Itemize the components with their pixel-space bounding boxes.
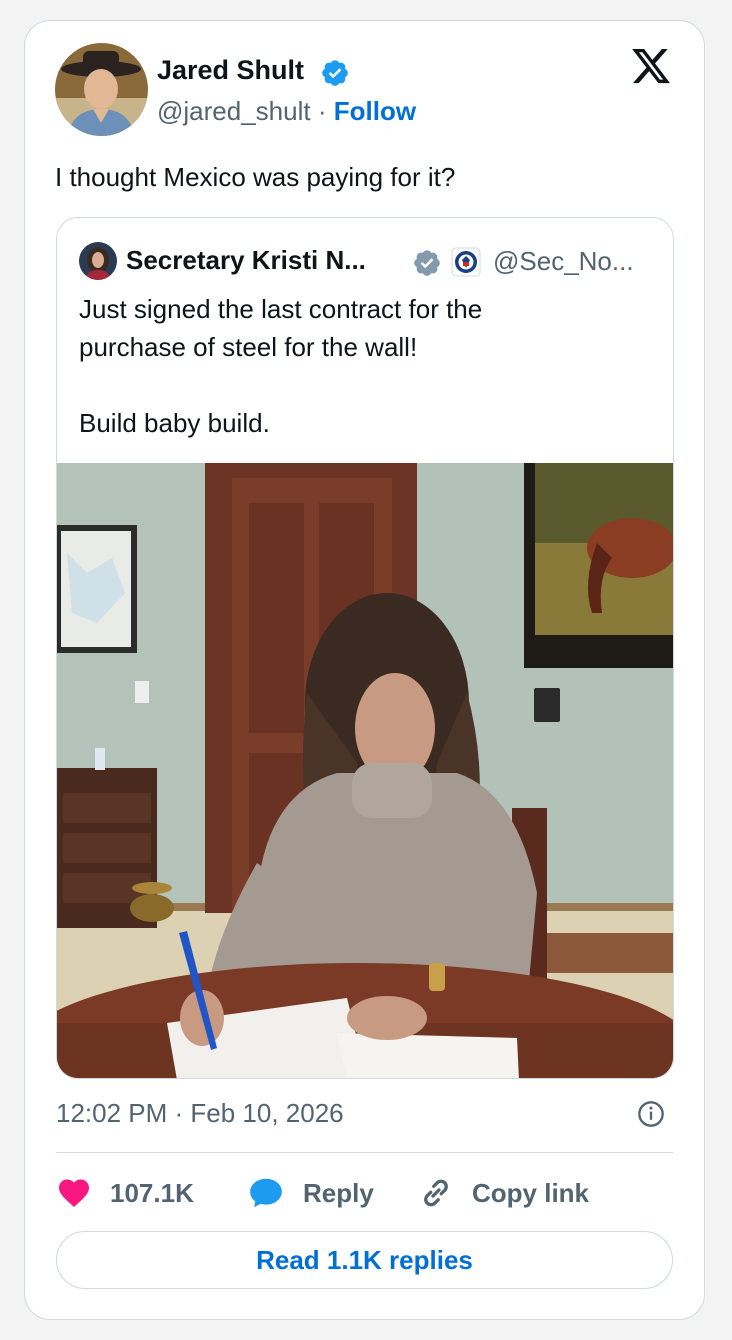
- author-name[interactable]: Jared Shult: [157, 55, 304, 86]
- link-icon: [424, 1179, 448, 1207]
- author-handle-line: @jared_shult · Follow: [157, 96, 416, 127]
- tweet-text: I thought Mexico was paying for it?: [55, 162, 456, 192]
- author-avatar[interactable]: [55, 43, 148, 136]
- heart-icon: [59, 1179, 89, 1208]
- like-count: 107.1K: [110, 1177, 194, 1208]
- verified-badge-icon: [322, 60, 348, 86]
- quoted-photo[interactable]: [57, 463, 674, 1079]
- x-logo-icon[interactable]: [629, 45, 673, 87]
- read-replies-button[interactable]: Read 1.1K replies: [56, 1231, 673, 1289]
- quoted-avatar: [79, 242, 117, 280]
- reply-bubble-icon: [250, 1178, 282, 1208]
- author-handle[interactable]: @jared_shult: [157, 96, 311, 126]
- info-icon[interactable]: [637, 1100, 665, 1128]
- author-avatar-image: [55, 43, 148, 136]
- handle-separator: ·: [317, 96, 327, 126]
- quoted-tweet-text: Just signed the last contract for the pu…: [79, 290, 482, 442]
- copy-link-button[interactable]: Copy link: [418, 1173, 589, 1213]
- quoted-avatar-image: [79, 242, 117, 280]
- government-verified-icon: [414, 250, 440, 276]
- reply-button[interactable]: Reply: [247, 1173, 374, 1213]
- copy-link-label: Copy link: [472, 1177, 590, 1208]
- like-button[interactable]: 107.1K: [56, 1173, 194, 1213]
- quoted-author-name: Secretary Kristi N...: [126, 245, 366, 275]
- quoted-text-line: purchase of steel for the wall!: [79, 332, 418, 362]
- follow-link[interactable]: Follow: [334, 96, 416, 126]
- divider: [56, 1152, 673, 1153]
- reply-label: Reply: [303, 1177, 374, 1208]
- quoted-text-line: Just signed the last contract for the: [79, 294, 483, 324]
- embedded-tweet-card: Jared Shult @jared_shult · Follow I thou…: [24, 20, 705, 1320]
- dhs-seal-icon: [451, 247, 481, 277]
- quoted-author-handle: @Sec_No...: [493, 246, 634, 276]
- tweet-timestamp[interactable]: 12:02 PM · Feb 10, 2026: [56, 1098, 344, 1129]
- quoted-text-line: Build baby build.: [79, 408, 270, 438]
- quoted-tweet[interactable]: Secretary Kristi N... @Sec_No... Just si…: [56, 217, 674, 1079]
